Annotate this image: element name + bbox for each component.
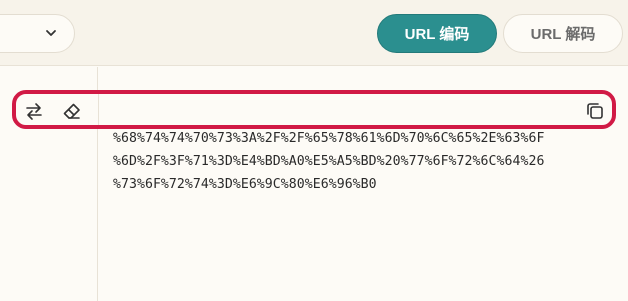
mode-select[interactable]: [0, 14, 75, 53]
top-toolbar: URL 编码 URL 解码: [0, 0, 628, 66]
encoded-output: %68%74%74%70%73%3A%2F%2F%65%78%61%6D%70%…: [113, 127, 621, 196]
output-line: %73%6F%72%74%3D%E6%9C%80%E6%96%B0: [113, 177, 377, 192]
toolbar-divider: [98, 94, 99, 125]
chevron-down-icon: [46, 30, 56, 36]
swap-arrows-icon[interactable]: [23, 100, 45, 122]
url-decode-button[interactable]: URL 解码: [503, 14, 623, 53]
url-encode-button[interactable]: URL 编码: [377, 14, 497, 53]
output-line: %6D%2F%3F%71%3D%E4%BD%A0%E5%A5%BD%20%77%…: [113, 154, 545, 169]
copy-icon[interactable]: [584, 100, 606, 122]
output-toolbar-highlight: [12, 90, 616, 129]
eraser-icon[interactable]: [61, 100, 83, 122]
output-line: %68%74%74%70%73%3A%2F%2F%65%78%61%6D%70%…: [113, 131, 545, 146]
